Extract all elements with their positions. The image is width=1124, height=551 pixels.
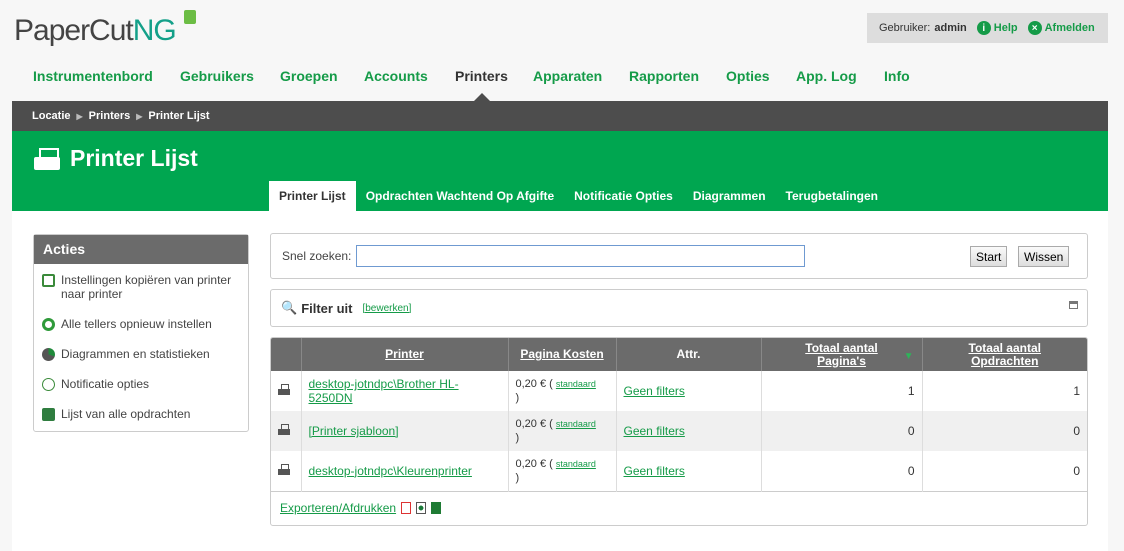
cost-default-link[interactable]: standaard (556, 419, 596, 429)
filters-link[interactable]: Geen filters (624, 464, 685, 478)
total-jobs: 0 (1073, 463, 1080, 478)
nav-info[interactable]: Info (884, 68, 910, 84)
table-row: desktop-jotndpc\Brother HL-5250DN 0,20 €… (271, 371, 1087, 411)
printer-icon (278, 463, 290, 475)
nav-groups[interactable]: Groepen (280, 68, 338, 84)
tab-charts[interactable]: Diagrammen (683, 181, 776, 211)
table-row: [Printer sjabloon] 0,20 € ( standaard) G… (271, 411, 1087, 451)
action-job-list[interactable]: Lijst van alle opdrachten (34, 407, 248, 421)
printer-link[interactable]: desktop-jotndpc\Kleurenprinter (309, 464, 472, 478)
action-reset-counters[interactable]: Alle tellers opnieuw instellen (34, 317, 248, 331)
nav-printers[interactable]: Printers (455, 68, 508, 84)
nav-devices[interactable]: Apparaten (533, 68, 602, 84)
clear-button[interactable]: Wissen (1018, 246, 1070, 267)
table-row: desktop-jotndpc\Kleurenprinter 0,20 € ( … (271, 451, 1087, 491)
chevron-right-icon: ▶ (136, 111, 143, 121)
page-header: Printer Lijst Printer Lijst Opdrachten W… (12, 131, 1108, 211)
notification-icon (42, 378, 55, 391)
printer-icon (34, 147, 60, 170)
nav-options[interactable]: Opties (726, 68, 770, 84)
pie-chart-icon (42, 348, 55, 361)
printer-link[interactable]: [Printer sjabloon] (309, 424, 399, 438)
nav-app-log[interactable]: App. Log (796, 68, 857, 84)
total-pages: 0 (761, 451, 923, 491)
page-title: Printer Lijst (70, 145, 198, 171)
tab-pending-jobs[interactable]: Opdrachten Wachtend Op Afgifte (356, 181, 564, 211)
attr-header: Attr. (616, 338, 762, 371)
export-link[interactable]: Exporteren/Afdrukken (280, 501, 396, 515)
breadcrumb: Locatie ▶ Printers ▶ Printer Lijst (12, 101, 1108, 131)
close-icon: × (1027, 21, 1042, 35)
start-button[interactable]: Start (970, 246, 1008, 267)
reset-icon (42, 318, 55, 331)
nav-dashboard[interactable]: Instrumentenbord (33, 68, 153, 84)
logout-link[interactable]: × Afmelden (1027, 21, 1095, 35)
pdf-icon[interactable] (401, 502, 412, 514)
excel-icon[interactable] (431, 502, 442, 514)
search-icon: 🔍 (281, 300, 298, 315)
cost-default-link[interactable]: standaard (556, 379, 596, 389)
filter-label: Filter uit (301, 300, 353, 316)
sort-printer[interactable]: Printer (385, 347, 424, 361)
minimize-icon[interactable] (1069, 301, 1078, 309)
action-charts[interactable]: Diagrammen en statistieken (34, 347, 248, 361)
user-panel: Gebruiker: admin i Help × Afmelden (867, 13, 1108, 43)
printer-link[interactable]: desktop-jotndpc\Brother HL-5250DN (309, 377, 459, 405)
printer-icon (278, 384, 290, 395)
icon-column-header (271, 338, 302, 371)
nav-reports[interactable]: Rapporten (629, 68, 699, 84)
actions-title: Acties (34, 235, 248, 264)
breadcrumb-item[interactable]: Locatie (32, 110, 71, 122)
info-icon: i (976, 21, 991, 35)
user-name: admin (934, 22, 967, 34)
total-jobs: 1 (1073, 384, 1080, 398)
filters-link[interactable]: Geen filters (624, 384, 685, 398)
printer-icon (278, 424, 290, 435)
tab-printer-list[interactable]: Printer Lijst (269, 181, 356, 211)
filters-link[interactable]: Geen filters (624, 424, 685, 438)
search-label: Snel zoeken: (282, 249, 352, 263)
tab-notification-options[interactable]: Notificatie Opties (564, 181, 683, 211)
papercut-logo: PaperCutNG (14, 10, 196, 48)
filter-panel: 🔍 Filter uit [bewerken] (270, 289, 1088, 327)
nav-users[interactable]: Gebruikers (180, 68, 254, 84)
job-list-icon (42, 408, 55, 421)
total-pages: 0 (761, 411, 923, 451)
sort-total-jobs[interactable]: Totaal aantal Opdrachten (960, 341, 1050, 368)
sort-total-pages[interactable]: Totaal aantal Pagina's (797, 341, 887, 368)
copy-icon (42, 274, 55, 287)
nav-accounts[interactable]: Accounts (364, 68, 428, 84)
actions-panel: Acties Instellingen kopiëren van printer… (33, 234, 249, 432)
chevron-right-icon: ▶ (76, 111, 83, 121)
action-copy-settings[interactable]: Instellingen kopiëren van printer naar p… (34, 273, 248, 301)
total-jobs: 0 (1073, 424, 1080, 438)
help-link[interactable]: i Help (976, 21, 1018, 35)
quick-search-panel: Snel zoeken: Start Wissen (270, 233, 1088, 279)
active-nav-caret (474, 93, 490, 101)
action-notifications[interactable]: Notificatie opties (34, 377, 248, 391)
html-icon[interactable] (416, 502, 427, 514)
search-input[interactable] (356, 245, 805, 267)
breadcrumb-item[interactable]: Printers (89, 110, 131, 122)
sort-desc-icon: ▼ (903, 351, 914, 362)
edit-filter-link[interactable]: [bewerken] (362, 303, 411, 314)
total-pages: 1 (761, 371, 923, 411)
sort-page-cost[interactable]: Pagina Kosten (520, 347, 603, 361)
cost-default-link[interactable]: standaard (556, 459, 596, 469)
breadcrumb-item: Printer Lijst (148, 110, 210, 122)
printer-table: Printer Pagina Kosten Attr. Totaal aanta… (270, 337, 1088, 526)
user-label: Gebruiker: (879, 22, 931, 34)
tab-refunds[interactable]: Terugbetalingen (776, 181, 888, 211)
sub-tabs: Printer Lijst Opdrachten Wachtend Op Afg… (269, 181, 888, 211)
